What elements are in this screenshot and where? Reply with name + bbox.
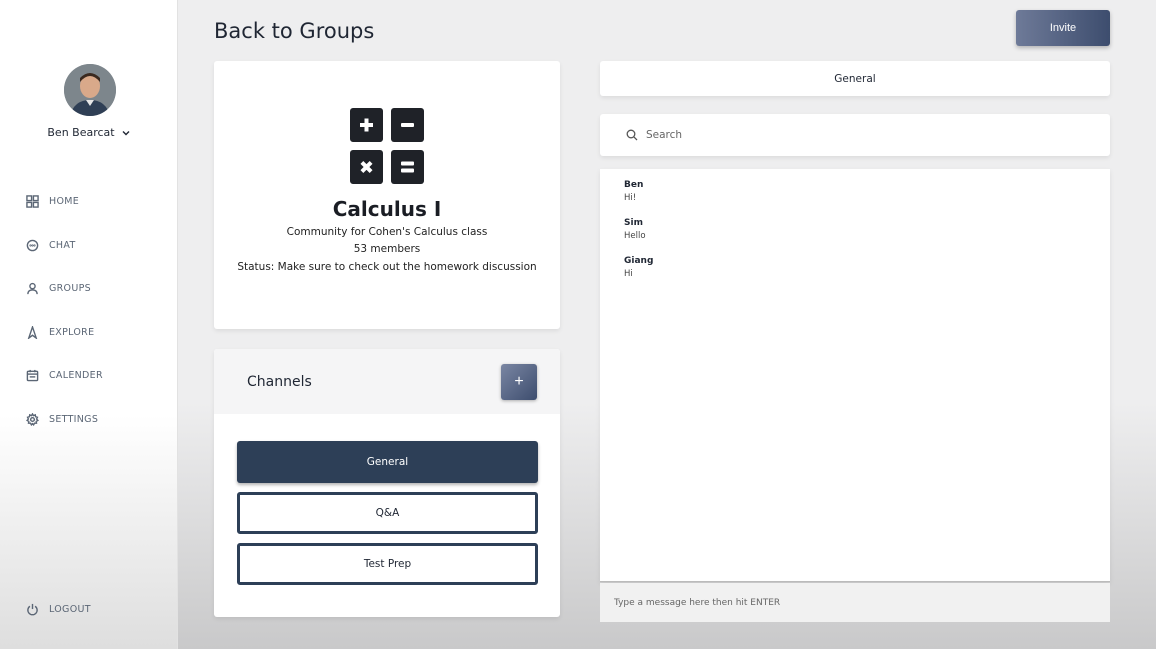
sidebar-item-home[interactable]: HOME	[26, 180, 103, 224]
message-item: Ben Hi!	[624, 179, 1086, 205]
sidebar-item-label: EXPLORE	[49, 326, 95, 338]
message-composer[interactable]	[600, 583, 1110, 622]
group-description: Community for Cohen's Calculus class	[286, 226, 488, 238]
back-to-groups-link[interactable]: Back to Groups	[214, 19, 374, 43]
search-input[interactable]	[646, 129, 1066, 141]
message-sender: Ben	[624, 180, 644, 190]
power-icon	[27, 604, 38, 616]
add-channel-button[interactable]: +	[501, 363, 537, 400]
search-icon	[626, 129, 638, 141]
message-text: Hi!	[624, 193, 637, 203]
sidebar-item-label: SETTINGS	[49, 413, 99, 425]
sidebar: Ben Bearcat HOME CHAT GROUPS EXPLORE CAL…	[0, 0, 178, 649]
logout-button[interactable]: LOGOUT	[26, 588, 91, 632]
group-status: Status: Make sure to check out the homew…	[237, 261, 537, 273]
channels-card: Channels + General Q&A Test Prep	[214, 349, 560, 617]
user-name: Ben Bearcat	[47, 126, 115, 139]
grid-icon	[26, 195, 39, 209]
channel-general[interactable]: General	[237, 441, 538, 483]
channels-header: Channels +	[214, 349, 560, 414]
channel-test-prep[interactable]: Test Prep	[237, 543, 538, 585]
chat-bubble-icon	[26, 239, 39, 252]
message-sender: Giang	[624, 256, 654, 266]
calculator-icon	[350, 108, 424, 184]
sidebar-item-explore[interactable]: EXPLORE	[26, 311, 103, 355]
group-name: Calculus I	[332, 197, 442, 221]
message-input[interactable]	[614, 597, 1094, 608]
sidebar-item-chat[interactable]: CHAT	[26, 224, 103, 268]
sidebar-item-label: GROUPS	[49, 283, 91, 295]
gear-icon	[26, 412, 39, 426]
chat-channel-name: General	[834, 72, 876, 85]
compass-needle-icon	[27, 325, 38, 339]
message-list[interactable]: Ben Hi! Sim Hello Giang Hi	[600, 169, 1110, 582]
person-icon	[27, 283, 38, 295]
sidebar-item-calender[interactable]: CALENDER	[26, 354, 103, 398]
message-sender: Sim	[624, 218, 643, 228]
sidebar-item-groups[interactable]: GROUPS	[26, 267, 103, 311]
sidebar-item-settings[interactable]: SETTINGS	[26, 398, 103, 442]
sidebar-item-label: CHAT	[49, 239, 76, 251]
user-menu[interactable]: Ben Bearcat	[0, 126, 178, 139]
chat-channel-header: General	[600, 61, 1110, 96]
message-text: Hello	[624, 231, 646, 241]
message-item: Giang Hi	[624, 255, 1086, 281]
logout-label: LOGOUT	[49, 604, 91, 616]
sidebar-item-label: CALENDER	[49, 370, 103, 382]
channels-title: Channels	[247, 373, 312, 390]
avatar[interactable]	[64, 64, 116, 116]
message-item: Sim Hello	[624, 217, 1086, 243]
invite-button[interactable]: Invite	[1016, 10, 1110, 46]
group-member-count: 53 members	[353, 243, 421, 255]
group-info-card: Calculus I Community for Cohen's Calculu…	[214, 61, 560, 329]
message-text: Hi	[624, 269, 633, 279]
sidebar-nav: HOME CHAT GROUPS EXPLORE CALENDER SETTIN…	[26, 180, 103, 441]
chevron-down-icon	[122, 130, 130, 135]
calendar-icon	[26, 370, 39, 382]
channel-qa[interactable]: Q&A	[237, 492, 538, 534]
search-bar[interactable]	[600, 114, 1110, 156]
sidebar-item-label: HOME	[49, 196, 80, 208]
